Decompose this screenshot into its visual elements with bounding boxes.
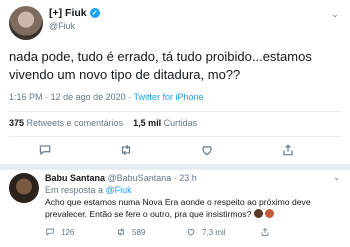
share-icon[interactable] — [281, 143, 295, 157]
likes-stat[interactable]: 1,5 mil Curtidas — [133, 118, 197, 128]
author-handle[interactable]: @BabuSantana — [108, 173, 172, 183]
reply-actions: 126 589 7,3 mil — [0, 227, 350, 239]
likes-count: 1,5 mil — [133, 118, 162, 128]
tweet-text: nada pode, tudo é errado, tá tudo proibi… — [9, 49, 312, 82]
reply-to-link[interactable]: @Fiuk — [106, 185, 132, 195]
reply-share-action[interactable] — [260, 227, 270, 237]
reply-context: Em resposta a @Fiuk — [45, 185, 132, 195]
author-name[interactable]: Babu Santana — [45, 173, 105, 183]
retweets-count: 589 — [132, 227, 146, 237]
tweet-meta: 1:16 PM · 12 de ago de 2020 · Twitter fo… — [9, 92, 204, 102]
retweets-count: 375 — [9, 118, 25, 128]
tweet-author[interactable]: [+] Fiuk ✓ @Fiuk — [49, 7, 100, 31]
reply-header: Babu Santana @BabuSantana · 23 h — [45, 173, 197, 183]
separator: · — [173, 173, 177, 183]
likes-label: Curtidas — [163, 118, 198, 128]
reply-retweets-action[interactable]: 589 — [116, 227, 145, 237]
divider — [9, 111, 341, 112]
reply-icon — [46, 228, 54, 236]
separator: · — [128, 92, 132, 102]
retweet-icon — [118, 228, 124, 236]
share-icon — [261, 228, 269, 236]
like-icon — [187, 229, 195, 236]
replies-count: 126 — [61, 227, 75, 237]
verified-badge-icon: ✓ — [89, 8, 100, 18]
reply-icon[interactable] — [38, 143, 52, 157]
divider — [9, 136, 341, 137]
likes-count: 7,3 mil — [202, 227, 226, 237]
reply-prefix: Em resposta a — [45, 185, 104, 195]
reply-replies-action[interactable]: 126 — [45, 227, 74, 237]
chevron-down-icon[interactable]: ⌄ — [333, 173, 340, 182]
author-handle[interactable]: @Fiuk — [49, 21, 100, 31]
separator: · — [45, 92, 49, 102]
fist-emoji-icon — [253, 208, 263, 218]
avatar[interactable] — [9, 6, 43, 40]
retweets-label: Retweets e comentários — [26, 118, 124, 128]
reply-text: Acho que estamos numa Nova Era aonde o r… — [45, 197, 340, 220]
tweet-time[interactable]: 1:16 PM — [9, 92, 43, 102]
avatar[interactable] — [9, 173, 39, 203]
retweets-stat[interactable]: 375 Retweets e comentários — [9, 118, 123, 128]
author-name[interactable]: [+] Fiuk — [49, 7, 87, 19]
tweet-stats: 375 Retweets e comentários 1,5 mil Curti… — [9, 118, 197, 128]
retweet-icon[interactable] — [119, 143, 133, 157]
like-icon[interactable] — [200, 143, 214, 157]
chevron-down-icon[interactable]: ⌄ — [330, 9, 340, 19]
reply-time[interactable]: 23 h — [179, 173, 197, 183]
reply-likes-action[interactable]: 7,3 mil — [186, 227, 226, 237]
tweet-actions — [0, 143, 350, 161]
tweet-source[interactable]: Twitter for iPhone — [134, 92, 204, 102]
reply-tweet[interactable]: Babu Santana @BabuSantana · 23 h ⌄ Em re… — [0, 170, 350, 247]
tweet-date[interactable]: 12 de ago de 2020 — [51, 92, 126, 102]
bull-emoji-icon — [265, 208, 275, 218]
